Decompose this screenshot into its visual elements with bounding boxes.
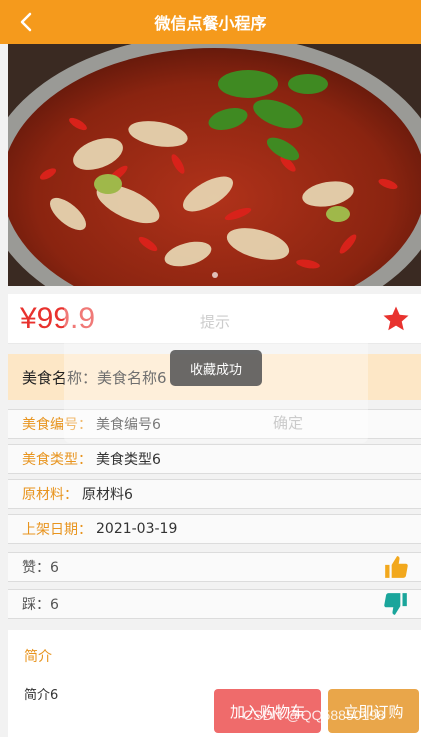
dislike-row: 踩：6	[8, 589, 421, 619]
info-label: 上架日期：	[22, 522, 92, 538]
info-label: 原材料：	[22, 487, 78, 503]
top-bar: 微信点餐小程序	[0, 0, 421, 44]
info-value: 原材料6	[82, 487, 133, 503]
thumbs-up-icon[interactable]	[383, 554, 409, 580]
like-count: 赞：6	[22, 560, 59, 576]
info-row-date: 上架日期： 2021-03-19	[8, 514, 421, 544]
star-icon[interactable]	[381, 304, 411, 334]
chevron-left-icon	[20, 12, 32, 32]
info-row-ingredients: 原材料： 原材料6	[8, 479, 421, 509]
toast: 收藏成功	[170, 350, 262, 386]
dialog-confirm-button[interactable]: 确定	[273, 412, 303, 433]
add-to-cart-button[interactable]: 加入购物车	[214, 689, 321, 733]
food-photo	[8, 44, 421, 286]
food-image[interactable]	[8, 44, 421, 286]
carousel-dot[interactable]	[212, 272, 218, 278]
buy-now-button[interactable]: 立即订购	[328, 689, 419, 733]
dialog-title: 提示	[200, 313, 231, 331]
intro-title: 简介	[24, 649, 52, 665]
dislike-count: 踩：6	[22, 597, 59, 613]
info-value: 美食类型6	[96, 452, 161, 468]
thumbs-down-icon[interactable]	[383, 591, 409, 617]
page-title: 微信点餐小程序	[154, 14, 267, 33]
info-value: 2021-03-19	[96, 521, 178, 537]
like-row: 赞：6	[8, 552, 421, 582]
info-row-type: 美食类型： 美食类型6	[8, 444, 421, 474]
info-label: 美食类型：	[22, 452, 92, 468]
back-button[interactable]	[12, 8, 40, 36]
